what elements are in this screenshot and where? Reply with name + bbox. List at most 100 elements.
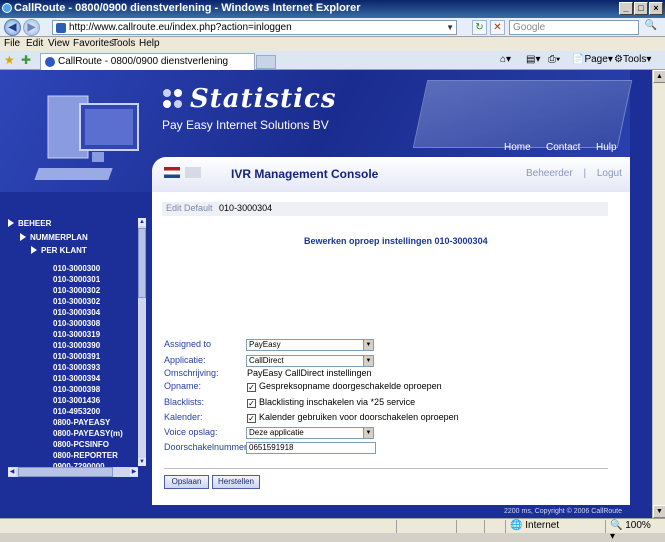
tree-item[interactable]: 010-3000302 [53,285,143,296]
tree-vertical-scrollbar[interactable]: ▲ ▼ [138,218,146,466]
tree-item[interactable]: 010-3000319 [53,329,143,340]
tree-item[interactable]: 010-4953200 [53,406,143,417]
tree-item[interactable]: 0800-REPORTER [53,450,143,461]
save-button[interactable]: Opslaan [164,475,209,489]
breadcrumb: Edit Default 010-3000304 [162,202,608,216]
menu-help[interactable]: Help [139,38,160,49]
kalender-field: ✓ Kalender gebruiken voor doorschakelen o… [247,412,459,423]
chevron-down-icon[interactable]: ▼ [363,356,373,366]
tree-item[interactable]: 010-3000391 [53,351,143,362]
url-input[interactable]: http://www.callroute.eu/index.php?action… [52,20,457,35]
tree-item[interactable]: 010-3000398 [53,384,143,395]
opname-checkbox[interactable]: ✓ [247,383,256,392]
applicatie-label: Applicatie: [164,355,206,365]
stop-button[interactable]: ✕ [490,20,505,35]
assigned-to-select[interactable]: PayEasy ▼ [246,339,374,351]
feeds-icon[interactable]: ▤▾ [526,54,540,65]
nav-contact[interactable]: Contact [546,142,580,153]
home-icon[interactable]: ⌂▾ [500,54,511,65]
tree-item[interactable]: 010-3000394 [53,373,143,384]
zoom-control[interactable]: 🔍 100% ▾ [605,520,653,542]
scroll-down-icon[interactable]: ▼ [138,458,146,466]
chevron-down-icon[interactable]: ▼ [363,340,373,350]
menu-file[interactable]: File [4,38,20,49]
top-nav: Home Contact Hulp [320,142,630,156]
row-blacklists: Blacklists: ✓ Blacklisting inschakelen vi… [164,397,614,410]
menu-favorites[interactable]: Favorites [73,38,114,49]
refresh-button[interactable]: ↻ [472,20,487,35]
browser-tab[interactable]: CallRoute - 0800/0900 dienstverlening [40,53,255,70]
tree-item[interactable]: 0800-PCSINFO [53,439,143,450]
menu-edit[interactable]: Edit [26,38,43,49]
tree-item[interactable]: 010-3000304 [53,307,143,318]
logout-link[interactable]: Logut [597,168,622,179]
chevron-down-icon[interactable]: ▼ [363,428,373,438]
nav-hulp[interactable]: Hulp [596,142,617,153]
kalender-label: Kalender: [164,412,203,422]
print-icon[interactable]: ⎙▾ [548,54,560,65]
tree-item[interactable]: 0800-PAYEASY [53,417,143,428]
reset-button[interactable]: Herstellen [212,475,260,489]
favorites-star-icon[interactable]: ★ [4,53,15,67]
menu-view[interactable]: View [48,38,70,49]
nav-home[interactable]: Home [504,142,531,153]
divider [164,468,608,469]
back-button[interactable]: ◀ [4,19,21,36]
tree-node-nummerplan[interactable]: NUMMERPLAN [20,233,88,242]
scroll-thumb[interactable] [18,467,113,477]
status-zone: 🌐 Internet [505,520,595,533]
tree-node-beheer[interactable]: BEHEER [8,219,51,228]
tree-item[interactable]: 010-3000302 [53,296,143,307]
scroll-up-icon[interactable]: ▲ [138,218,146,226]
forward-button[interactable]: ▶ [23,19,40,36]
scroll-up-icon[interactable]: ▲ [653,70,665,83]
scroll-right-icon[interactable]: ▶ [130,468,138,476]
search-input[interactable]: Google [509,20,639,35]
close-button[interactable]: × [649,2,663,15]
tree-item[interactable]: 010-3000393 [53,362,143,373]
kalender-checkbox[interactable]: ✓ [247,414,256,423]
tree-item[interactable]: 010-3000301 [53,274,143,285]
tree-item[interactable]: 0800-PAYEASY(m) [53,428,143,439]
scroll-down-icon[interactable]: ▼ [653,505,665,518]
add-favorite-icon[interactable]: ✚ [21,53,31,67]
voice-label: Voice opslag: [164,427,218,437]
beheerder-link[interactable]: Beheerder [526,168,573,179]
doorschakel-input[interactable]: 0651591918 [246,442,376,454]
flag-uk-icon[interactable] [185,167,201,178]
blacklists-field: ✓ Blacklisting inschakelen via *25 servic… [247,397,415,408]
popup-blocker-icon[interactable] [456,520,476,533]
maximize-button[interactable]: □ [634,2,648,15]
voice-select[interactable]: Deze applicatie ▼ [246,427,374,439]
tree-horizontal-scrollbar[interactable]: ◀ ▶ [8,467,138,477]
page-menu[interactable]: 📄Page▾ [572,54,613,65]
tools-menu[interactable]: ⚙Tools▾ [614,54,651,65]
scroll-thumb[interactable] [138,228,146,298]
tree-node-per-klant[interactable]: PER KLANT [31,246,87,255]
new-tab-button[interactable] [256,55,276,69]
site-footer: 2200 ms, Copyright © 2006 CallRoute [504,508,622,515]
tree-item[interactable]: 010-3000390 [53,340,143,351]
tree-item[interactable]: 010-3000300 [53,263,143,274]
flag-nl-icon[interactable] [164,167,180,178]
status-bar: 🌐 Internet 🔍 100% ▾ [0,518,665,542]
console-links: Beheerder | Logut [526,168,622,179]
opname-text: Gespreksopname doorgeschakelde oproepen [259,381,442,391]
minimize-button[interactable]: _ [619,2,633,15]
page-vertical-scrollbar[interactable]: ▲ ▼ [652,70,665,518]
tree-node-label: BEHEER [18,219,52,228]
applicatie-select[interactable]: CallDirect ▼ [246,355,374,367]
dropdown-icon[interactable]: ▼ [446,23,454,32]
breadcrumb-label[interactable]: Edit Default [166,203,213,213]
tree-item-list: 010-3000300 010-3000301 010-3000302 010-… [53,263,143,472]
tree-item[interactable]: 010-3000308 [53,318,143,329]
tree-item[interactable]: 010-3001436 [53,395,143,406]
scroll-left-icon[interactable]: ◀ [8,468,16,476]
menu-tools[interactable]: Tools [112,38,135,49]
breadcrumb-value: 010-3000304 [219,203,273,213]
search-icon[interactable]: 🔍 [641,20,661,35]
row-kalender: Kalender: ✓ Kalender gebruiken voor doors… [164,412,614,425]
blacklists-checkbox[interactable]: ✓ [247,399,256,408]
zoom-level: 100% [625,520,651,531]
voice-value: Deze applicatie [249,428,304,437]
